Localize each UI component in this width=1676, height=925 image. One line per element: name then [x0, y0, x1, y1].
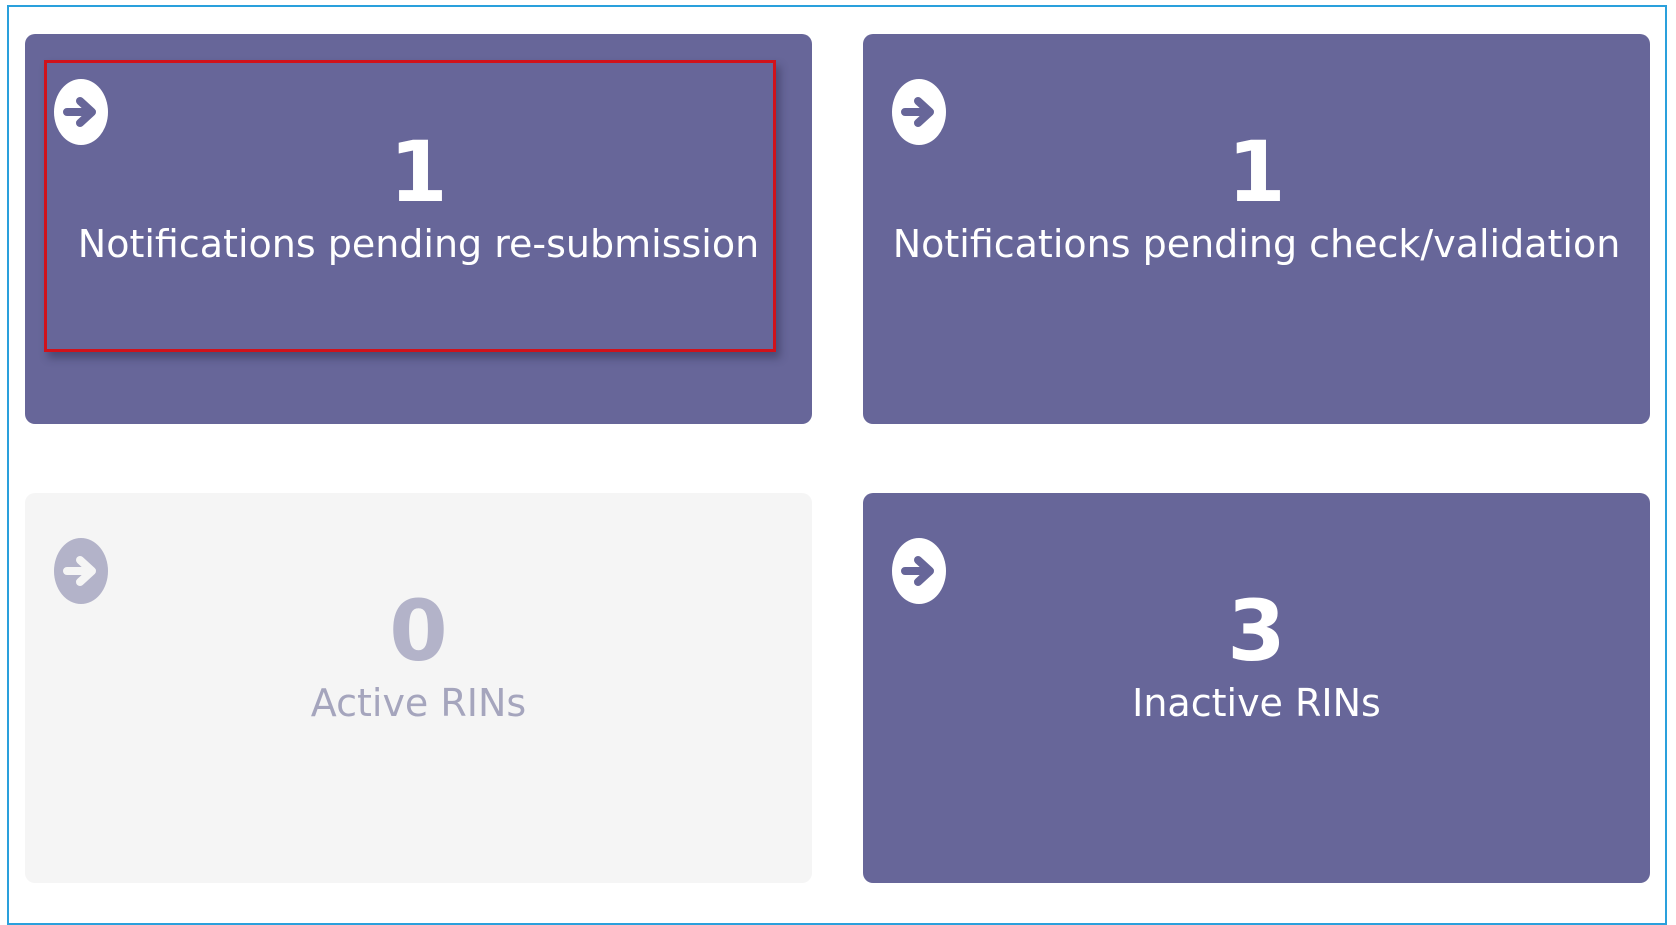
- tile-count: 1: [389, 123, 448, 221]
- tile-label: Inactive RINs: [1132, 681, 1381, 725]
- tile-count: 0: [389, 582, 448, 680]
- tile-label: Notifications pending re-submission: [77, 222, 760, 266]
- tile-label: Notifications pending check/validation: [892, 222, 1621, 266]
- tile-notifications-pending-resubmission[interactable]: 1 Notifications pending re-submission: [25, 34, 812, 424]
- tile-count: 1: [1227, 123, 1286, 221]
- tile-label: Active RINs: [310, 681, 527, 725]
- tile-inactive-rins[interactable]: 3 Inactive RINs: [863, 493, 1650, 883]
- tile-notifications-pending-check-validation[interactable]: 1 Notifications pending check/validation: [863, 34, 1650, 424]
- tile-active-rins: 0 Active RINs: [25, 493, 812, 883]
- tile-count: 3: [1227, 582, 1286, 680]
